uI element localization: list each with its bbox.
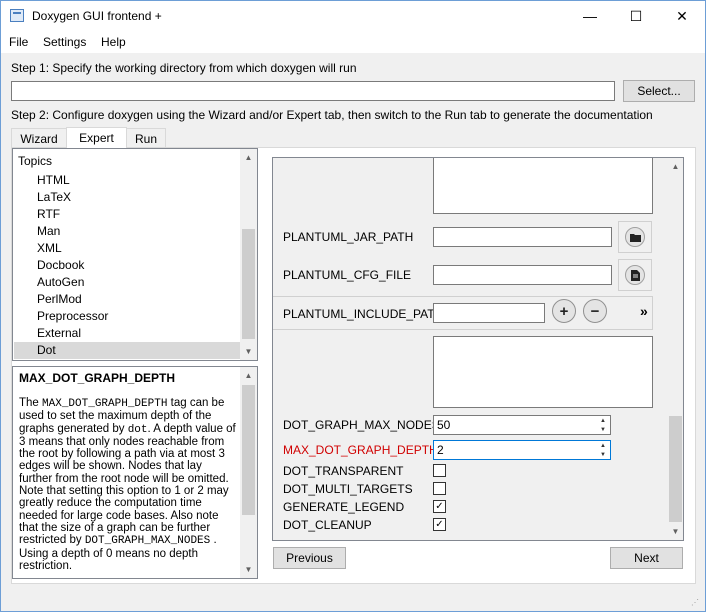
plantuml-cfg-file-label: PLANTUML_CFG_FILE [283, 268, 412, 282]
plus-icon: + [559, 302, 569, 320]
include-path-list[interactable] [433, 336, 653, 408]
help-title: MAX_DOT_GRAPH_DEPTH [19, 371, 176, 385]
max-dot-graph-depth-label: MAX_DOT_GRAPH_DEPTH [283, 443, 438, 457]
tab-run[interactable]: Run [126, 128, 166, 148]
menu-file[interactable]: File [9, 35, 28, 49]
expert-options-panel: PLANTUML_JAR_PATH PLANTUML_CFG_FILE PLAN… [272, 157, 684, 541]
scroll-down-icon[interactable]: ▼ [667, 523, 683, 540]
topic-item-latex[interactable]: LaTeX [14, 189, 241, 206]
step1-label: Step 1: Specify the working directory fr… [11, 61, 357, 75]
menu-settings[interactable]: Settings [43, 35, 86, 49]
plantuml-cfg-file-input[interactable] [433, 265, 612, 285]
topic-item-man[interactable]: Man [14, 223, 241, 240]
resize-grip-icon[interactable]: ⋰ [691, 598, 701, 608]
scroll-thumb[interactable] [242, 229, 255, 339]
dot-graph-max-nodes-spinbox[interactable]: 50 ▲ ▼ [433, 415, 611, 435]
scroll-down-icon[interactable]: ▼ [240, 343, 257, 360]
browse-file-button[interactable] [618, 259, 652, 291]
previous-button[interactable]: Previous [273, 547, 346, 569]
tab-expert[interactable]: Expert [66, 127, 127, 148]
app-icon [10, 9, 24, 22]
dot-transparent-checkbox[interactable] [433, 464, 446, 477]
help-text: The MAX_DOT_GRAPH_DEPTH tag can be used … [19, 397, 236, 572]
topic-item-rtf[interactable]: RTF [14, 206, 241, 223]
folder-icon [625, 227, 645, 247]
dot-multi-targets-label: DOT_MULTI_TARGETS [283, 482, 413, 496]
scroll-up-icon[interactable]: ▲ [667, 158, 683, 175]
remove-path-button[interactable]: − [583, 299, 607, 323]
topic-item-docbook[interactable]: Docbook [14, 257, 241, 274]
checkmark-icon: ✓ [435, 501, 444, 512]
menu-bar: File Settings Help [1, 31, 705, 53]
topic-item-xml[interactable]: XML [14, 240, 241, 257]
title-bar: Doxygen GUI frontend + — ☐ ✕ [1, 1, 705, 31]
scroll-down-icon[interactable]: ▼ [240, 561, 257, 578]
dot-multi-targets-checkbox[interactable] [433, 482, 446, 495]
scroll-up-icon[interactable]: ▲ [240, 149, 257, 166]
menu-help[interactable]: Help [101, 35, 126, 49]
topic-item-perlmod[interactable]: PerlMod [14, 291, 241, 308]
options-scrollbar[interactable]: ▲ ▼ [667, 158, 683, 540]
scroll-up-icon[interactable]: ▲ [240, 367, 257, 384]
help-scrollbar[interactable]: ▲ ▼ [240, 367, 257, 578]
app-window: Doxygen GUI frontend + — ☐ ✕ File Settin… [0, 0, 706, 612]
previous-option-textarea[interactable] [433, 158, 653, 214]
add-path-button[interactable]: + [552, 299, 576, 323]
topic-item-preprocessor[interactable]: Preprocessor [14, 308, 241, 325]
file-icon [625, 265, 645, 285]
help-panel: MAX_DOT_GRAPH_DEPTH The MAX_DOT_GRAPH_DE… [12, 366, 258, 579]
scroll-thumb[interactable] [242, 385, 255, 515]
topic-item-dot[interactable]: Dot [14, 342, 241, 359]
more-options-button[interactable]: » [640, 303, 648, 319]
topics-scrollbar[interactable]: ▲ ▼ [240, 149, 257, 360]
browse-folder-button[interactable] [618, 221, 652, 253]
plantuml-jar-path-input[interactable] [433, 227, 612, 247]
topic-item-html[interactable]: HTML [14, 172, 241, 189]
plantuml-include-path-label: PLANTUML_INCLUDE_PATH [283, 307, 444, 321]
minimize-button[interactable]: — [567, 1, 613, 31]
scroll-thumb[interactable] [669, 416, 682, 522]
topic-item-autogen[interactable]: AutoGen [14, 274, 241, 291]
dot-graph-max-nodes-label: DOT_GRAPH_MAX_NODES [283, 418, 440, 432]
topics-header: Topics [18, 154, 53, 168]
topics-list[interactable]: Topics HTML LaTeX RTF Man XML Docbook Au… [12, 148, 258, 361]
plantuml-include-path-input[interactable] [433, 303, 545, 323]
tab-wizard[interactable]: Wizard [11, 128, 67, 148]
close-button[interactable]: ✕ [659, 1, 705, 31]
minus-icon: − [590, 302, 600, 320]
checkmark-icon: ✓ [435, 519, 444, 530]
dot-cleanup-checkbox[interactable]: ✓ [433, 518, 446, 531]
window-title: Doxygen GUI frontend + [32, 9, 162, 23]
select-directory-button[interactable]: Select... [623, 80, 695, 102]
topic-item-external[interactable]: External [14, 325, 241, 342]
spin-down-icon[interactable]: ▼ [596, 425, 610, 434]
working-directory-input[interactable] [11, 81, 615, 101]
dot-transparent-label: DOT_TRANSPARENT [283, 464, 404, 478]
next-button[interactable]: Next [610, 547, 683, 569]
step2-label: Step 2: Configure doxygen using the Wiza… [11, 108, 653, 122]
spin-down-icon[interactable]: ▼ [596, 450, 610, 459]
generate-legend-label: GENERATE_LEGEND [283, 500, 405, 514]
dot-cleanup-label: DOT_CLEANUP [283, 518, 372, 532]
plantuml-jar-path-label: PLANTUML_JAR_PATH [283, 230, 414, 244]
max-dot-graph-depth-spinbox[interactable]: 2 ▲ ▼ [433, 440, 611, 460]
maximize-button[interactable]: ☐ [613, 1, 659, 31]
generate-legend-checkbox[interactable]: ✓ [433, 500, 446, 513]
